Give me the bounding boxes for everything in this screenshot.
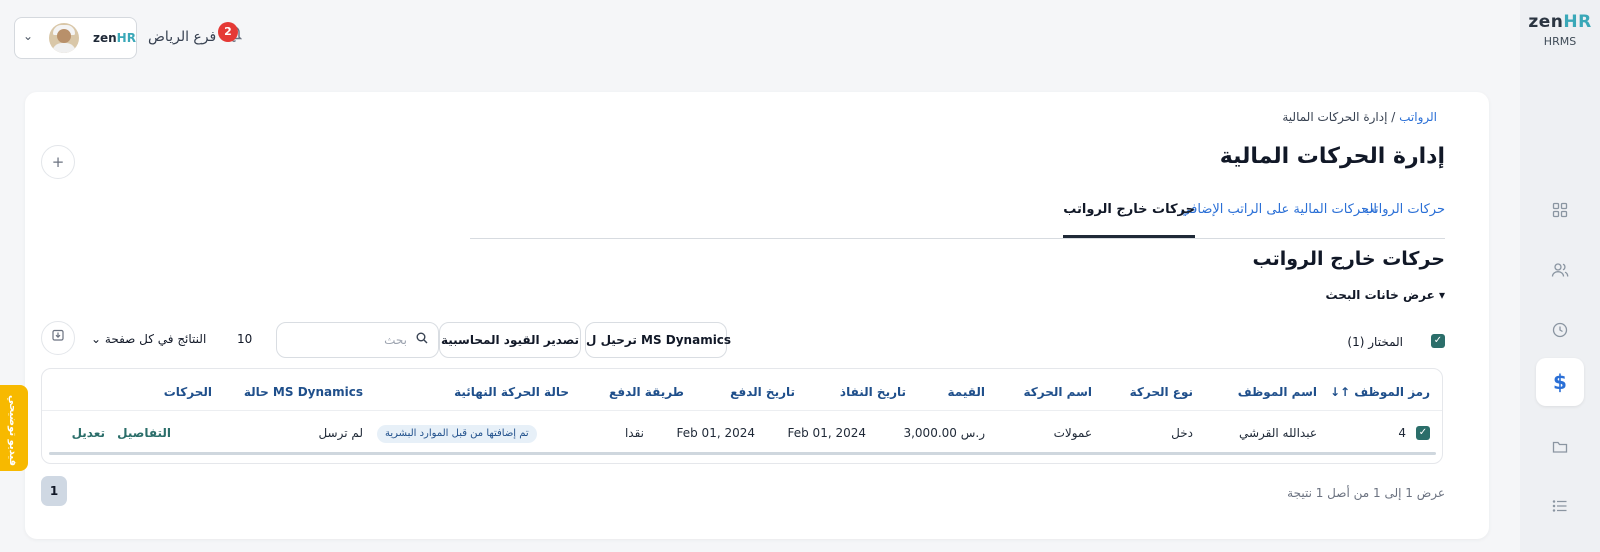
- column-header-transaction-name: اسم الحركة: [1023, 385, 1093, 399]
- column-header-value: القيمة: [947, 385, 985, 399]
- cell-employee-name: عبدالله القرشي: [1238, 426, 1317, 440]
- top-bar: ⌄ zenHR فرع الرياض 2: [0, 0, 1520, 78]
- export-icon[interactable]: [41, 321, 75, 355]
- list-icon: [1552, 500, 1567, 512]
- search-fields-label: عرض خانات البحث: [1325, 288, 1435, 302]
- folder-icon: [1552, 441, 1568, 453]
- edit-link[interactable]: تعديل: [72, 426, 105, 440]
- page-title: إدارة الحركات المالية: [1219, 144, 1445, 169]
- pagination-page-1[interactable]: 1: [41, 476, 67, 506]
- company-logo-name: zen: [93, 31, 117, 45]
- per-page-label[interactable]: ⌄ النتائج في كل صفحة: [91, 332, 206, 346]
- tabs-divider: [470, 238, 1445, 239]
- sidebar-item-employees[interactable]: [1536, 246, 1584, 294]
- brand-name: zen: [1528, 12, 1564, 32]
- demo-video-label: فيديو توضيحي: [7, 395, 18, 467]
- avatar: [49, 23, 79, 53]
- per-page-label-text: النتائج في كل صفحة: [104, 332, 207, 346]
- brand-subtitle: HRMS: [1543, 35, 1577, 48]
- cell-transaction-name: عمولات: [1053, 426, 1092, 440]
- cell-ms-status: لم ترسل: [318, 426, 363, 440]
- add-button[interactable]: +: [41, 145, 75, 179]
- clock-icon: [1552, 322, 1568, 338]
- horizontal-scrollbar[interactable]: [49, 452, 1436, 455]
- column-header-ms-status: حالة MS Dynamics: [243, 385, 363, 399]
- cell-value: 3,000.00 ر.س: [903, 426, 985, 440]
- cell-employee-code: 4: [1398, 426, 1406, 440]
- row-checkbox[interactable]: ✓: [1416, 426, 1430, 440]
- grid-icon: [1552, 202, 1568, 218]
- details-link[interactable]: التفاصيل: [117, 426, 171, 440]
- table-header-divider: [42, 410, 1442, 411]
- sidebar-item-reports[interactable]: [1536, 482, 1584, 530]
- sort-icon[interactable]: ↓↑: [1330, 385, 1350, 399]
- sidebar-item-payroll[interactable]: $: [1536, 358, 1584, 406]
- select-all-checkbox[interactable]: ✓: [1431, 334, 1445, 348]
- selected-count: المختار (1): [1347, 335, 1403, 349]
- plus-icon: +: [51, 153, 65, 171]
- export-entries-button[interactable]: تصدير القيود المحاسبية: [439, 322, 581, 358]
- column-header-employee-code[interactable]: ↓↑ رمز الموظف: [1330, 385, 1430, 399]
- demo-video-tab[interactable]: فيديو توضيحي: [0, 385, 28, 471]
- notification-badge: 2: [218, 22, 238, 42]
- column-header-employee-name: اسم الموظف: [1237, 385, 1317, 399]
- chevron-down-icon[interactable]: ⌄: [23, 29, 33, 43]
- breadcrumb-current: إدارة الحركات المالية: [1282, 110, 1388, 124]
- company-logo-accent: HR: [116, 31, 136, 45]
- tab-extra-salary-transactions[interactable]: الحركات المالية على الراتب الإضافي: [1180, 202, 1377, 238]
- branch-name[interactable]: فرع الرياض: [148, 29, 216, 45]
- column-header-employee-code-label: رمز الموظف: [1354, 385, 1430, 399]
- breadcrumb-root[interactable]: الرواتب: [1399, 110, 1437, 124]
- breadcrumb: الرواتب / إدارة الحركات المالية: [1282, 110, 1437, 124]
- brand-name-accent: HR: [1563, 12, 1592, 32]
- column-header-payment-date: تاريخ الدفع: [730, 385, 795, 399]
- search-fields-toggle[interactable]: عرض خانات البحث ▾: [1326, 288, 1445, 302]
- main-card: الرواتب / إدارة الحركات المالية إدارة ال…: [25, 92, 1489, 539]
- caret-down-icon: ▾: [1438, 288, 1445, 302]
- section-title: حركات خارج الرواتب: [1252, 248, 1445, 270]
- transactions-table: ↓↑ رمز الموظف اسم الموظف نوع الحركة اسم …: [41, 368, 1443, 464]
- chevron-down-icon: ⌄: [91, 332, 102, 346]
- search-input[interactable]: بحث: [276, 322, 439, 358]
- account-switcher[interactable]: ⌄ zenHR: [14, 17, 137, 59]
- cell-transaction-type: دخل: [1171, 426, 1193, 440]
- per-page-select[interactable]: 10: [237, 332, 252, 346]
- company-logo: zenHR: [93, 31, 136, 45]
- cell-effective-date: Feb 01, 2024: [787, 426, 867, 440]
- sidebar-item-dashboard[interactable]: [1536, 186, 1584, 234]
- results-summary: عرض 1 إلى 1 من أصل 1 نتيجة: [1287, 486, 1445, 500]
- dollar-icon: $: [1553, 370, 1567, 394]
- column-header-effective-date: تاريخ النفاذ: [839, 385, 906, 399]
- cell-payment-method: نقدا: [624, 426, 644, 440]
- breadcrumb-separator: /: [1391, 110, 1396, 124]
- status-badge: تم إضافتها من قبل الموارد البشرية: [377, 425, 537, 443]
- column-header-payment-method: طريقة الدفع: [609, 385, 684, 399]
- side-rail: zenHR HRMS $: [1520, 0, 1600, 552]
- brand-logo[interactable]: zenHR HRMS: [1520, 12, 1600, 48]
- cell-payment-date: Feb 01, 2024: [676, 426, 756, 440]
- search-icon: [416, 332, 428, 348]
- users-icon: [1551, 263, 1569, 277]
- sidebar-item-documents[interactable]: [1536, 423, 1584, 471]
- sidebar-item-attendance[interactable]: [1536, 306, 1584, 354]
- search-placeholder: بحث: [384, 333, 407, 347]
- column-header-final-status: حالة الحركة النهائية: [454, 385, 569, 399]
- column-header-actions: الحركات: [163, 385, 212, 399]
- column-header-transaction-type: نوع الحركة: [1129, 385, 1193, 399]
- tab-off-payroll-transactions[interactable]: حركات خارج الرواتب: [1063, 202, 1195, 238]
- ms-dynamics-post-button[interactable]: ترحيل ل MS Dynamics: [585, 322, 731, 358]
